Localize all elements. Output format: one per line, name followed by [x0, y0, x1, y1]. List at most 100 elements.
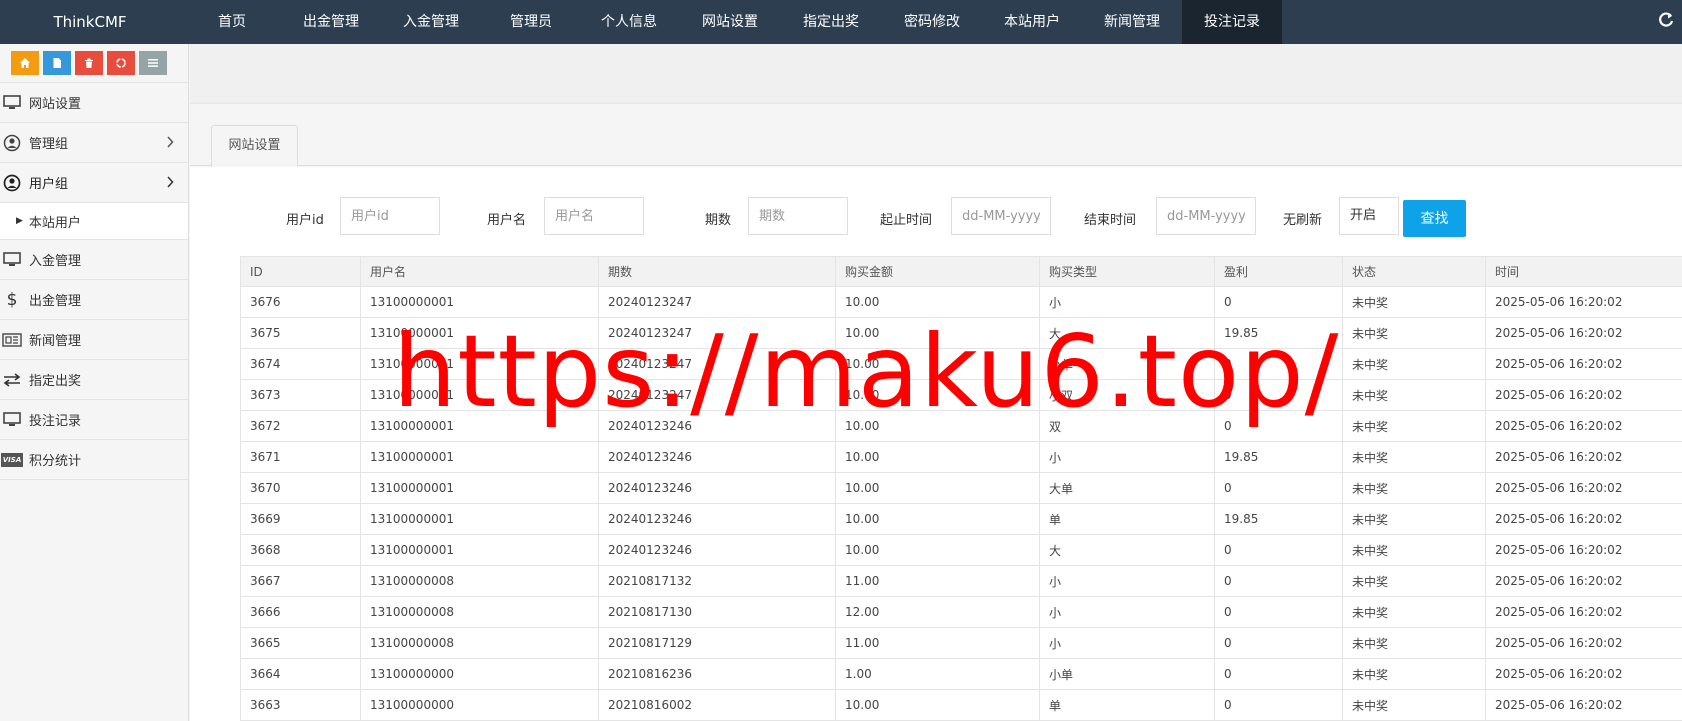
sidebar-item-label: 新闻管理	[29, 334, 82, 349]
nav-change-password[interactable]: 密码修改	[882, 0, 982, 44]
sidebar-item-site-settings[interactable]: 网站设置	[0, 83, 188, 123]
table-row: 3676 13100000001 20240123247 10.00 小 0 未中奖 2025…	[240, 286, 1682, 318]
table-cell: 13100000008	[360, 627, 599, 659]
table-cell: 20210817129	[598, 627, 836, 659]
search-button[interactable]: 查找	[1403, 200, 1466, 237]
table-header-row: ID 用户名 期数 购买金额 购买类型 盈利 状态 时间	[240, 256, 1682, 287]
period-input[interactable]	[748, 197, 848, 235]
sidebar-item-points-stats[interactable]: VISA 积分统计	[0, 440, 188, 480]
table-cell: 3663	[240, 689, 361, 721]
table-cell: 12.00	[835, 596, 1040, 628]
home-button[interactable]	[11, 51, 39, 75]
chevron-right-icon	[166, 136, 174, 152]
nav-home[interactable]: 首页	[180, 0, 284, 44]
table-row: 3673 13100000001 20240123247 10.00 小双 0 未中奖 202…	[240, 379, 1682, 411]
table-cell: 0	[1214, 286, 1343, 318]
column-header: 盈利	[1214, 256, 1343, 287]
file-button[interactable]	[43, 51, 71, 75]
table-cell: 3676	[240, 286, 361, 318]
table-cell: 13100000001	[360, 286, 599, 318]
top-nav-menu: 首页 出金管理 入金管理 管理员 个人信息 网站设置 指定出奖 密码修改 本站用…	[180, 0, 1282, 44]
table-cell: 未中奖	[1342, 596, 1486, 628]
nav-administrators[interactable]: 管理员	[484, 0, 578, 44]
table-cell: 3668	[240, 534, 361, 566]
recycle-button[interactable]	[107, 51, 135, 75]
nav-bet-records[interactable]: 投注记录	[1182, 0, 1282, 44]
tab-site-settings[interactable]: 网站设置	[211, 125, 298, 167]
sidebar-item-bet-records[interactable]: 投注记录	[0, 400, 188, 440]
sidebar-item-user-group[interactable]: 用户组	[0, 163, 188, 203]
sidebar-item-deposit-management[interactable]: 入金管理	[0, 240, 188, 280]
nav-site-settings[interactable]: 网站设置	[680, 0, 780, 44]
sidebar-item-label: 投注记录	[29, 414, 82, 429]
table-cell: 3665	[240, 627, 361, 659]
table-cell: 13100000001	[360, 410, 599, 442]
table-cell: 13100000001	[360, 317, 599, 349]
table-cell: 10.00	[835, 441, 1040, 473]
sidebar-item-news-management[interactable]: 新闻管理	[0, 320, 188, 360]
table-cell: 13100000000	[360, 658, 599, 690]
user-id-label: 用户id	[286, 213, 324, 228]
sidebar-item-admin-group[interactable]: 管理组	[0, 123, 188, 163]
table-row: 3667 13100000008 20210817132 11.00 小 0 未中奖 2025…	[240, 565, 1682, 597]
table-cell: 0	[1214, 596, 1343, 628]
username-label: 用户名	[487, 213, 527, 228]
table-cell: 未中奖	[1342, 441, 1486, 473]
table-cell: 20240123246	[598, 534, 836, 566]
table-row: 3675 13100000001 20240123247 10.00 大 19.85 未中奖…	[240, 317, 1682, 349]
table-cell: 20210817132	[598, 565, 836, 597]
list-button[interactable]	[139, 51, 167, 75]
table-cell: 1.00	[835, 658, 1040, 690]
table-cell: 2025-05-06 16:20:02	[1485, 534, 1682, 566]
table-cell: 19.85	[1214, 317, 1343, 349]
list-icon	[148, 59, 158, 67]
end-time-input[interactable]	[1156, 197, 1256, 235]
user-id-input[interactable]	[340, 197, 440, 235]
refresh-icon[interactable]	[1656, 10, 1676, 30]
period-label: 期数	[705, 213, 732, 228]
nav-deposit-management[interactable]: 入金管理	[378, 0, 484, 44]
table-cell: 3673	[240, 379, 361, 411]
username-input[interactable]	[544, 197, 644, 235]
table-cell: 10.00	[835, 379, 1040, 411]
brand-logo[interactable]: ThinkCMF	[0, 13, 180, 31]
table-cell: 11.00	[835, 627, 1040, 659]
table-cell: 3667	[240, 565, 361, 597]
trash-icon	[85, 58, 93, 68]
table-cell: 13100000008	[360, 596, 599, 628]
nav-site-users[interactable]: 本站用户	[982, 0, 1082, 44]
monitor-icon	[0, 248, 24, 272]
caret-right-icon: ▶	[16, 216, 23, 226]
table-cell: 小单	[1039, 658, 1215, 690]
sidebar-subitem-site-users[interactable]: ▶ 本站用户	[0, 203, 188, 240]
sidebar-item-label: 入金管理	[29, 254, 82, 269]
visa-card-icon: VISA	[0, 448, 24, 472]
trash-button[interactable]	[75, 51, 103, 75]
table-cell: 20240123246	[598, 472, 836, 504]
table-cell: 13100000001	[360, 472, 599, 504]
table-row: 3665 13100000008 20210817129 11.00 小 0 未中奖 2025…	[240, 627, 1682, 659]
column-header: ID	[240, 256, 361, 287]
nav-withdraw-management[interactable]: 出金管理	[284, 0, 378, 44]
start-time-input[interactable]	[951, 197, 1051, 235]
column-header: 购买类型	[1039, 256, 1215, 287]
column-header: 时间	[1485, 256, 1682, 287]
table-cell: 10.00	[835, 503, 1040, 535]
table-cell: 2025-05-06 16:20:02	[1485, 441, 1682, 473]
table-cell: 未中奖	[1342, 689, 1486, 721]
no-refresh-select[interactable]: 开启	[1339, 197, 1399, 235]
table-cell: 13100000001	[360, 534, 599, 566]
table-cell: 2025-05-06 16:20:02	[1485, 379, 1682, 411]
monitor-icon	[0, 91, 24, 115]
sidebar-item-withdraw-management[interactable]: $ 出金管理	[0, 280, 188, 320]
column-header: 用户名	[360, 256, 599, 287]
home-icon	[20, 58, 30, 68]
sidebar-item-label: 积分统计	[29, 454, 82, 469]
table-cell: 单	[1039, 503, 1215, 535]
table-cell: 双	[1039, 410, 1215, 442]
table-cell: 2025-05-06 16:20:02	[1485, 472, 1682, 504]
nav-assign-prize[interactable]: 指定出奖	[780, 0, 882, 44]
nav-news-management[interactable]: 新闻管理	[1082, 0, 1182, 44]
nav-personal-info[interactable]: 个人信息	[578, 0, 680, 44]
sidebar-item-assign-prize[interactable]: 指定出奖	[0, 360, 188, 400]
